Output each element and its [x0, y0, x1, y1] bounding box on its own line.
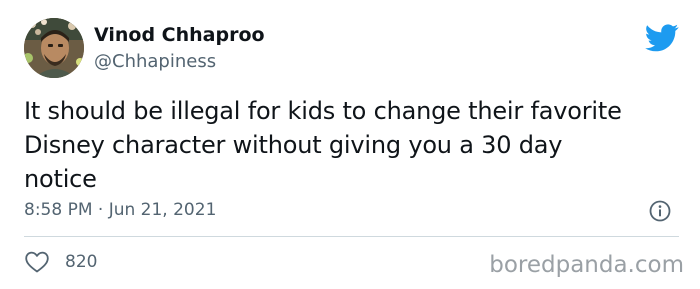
heart-icon	[25, 251, 49, 273]
tweet-card: Vinod Chhaproo @Chhapiness It should be …	[0, 0, 700, 289]
like-button[interactable]: 820	[24, 250, 97, 274]
tweet-text: It should be illegal for kids to change …	[24, 94, 684, 196]
tweet-text-line: It should be illegal for kids to change …	[24, 97, 622, 125]
watermark: boredpanda.com	[489, 252, 684, 278]
divider	[24, 236, 679, 237]
tweet-text-line: Disney character without giving you a 30…	[24, 131, 563, 159]
tweet-text-line: notice	[24, 165, 97, 193]
display-name[interactable]: Vinod Chhaproo	[94, 23, 265, 47]
avatar[interactable]	[24, 18, 84, 78]
user-handle[interactable]: @Chhapiness	[94, 51, 216, 73]
info-icon[interactable]	[648, 199, 672, 223]
tweet-timestamp[interactable]: 8:58 PM · Jun 21, 2021	[24, 199, 216, 221]
twitter-bird-icon[interactable]	[645, 24, 679, 52]
like-count: 820	[65, 252, 98, 272]
avatar-photo	[24, 18, 84, 78]
